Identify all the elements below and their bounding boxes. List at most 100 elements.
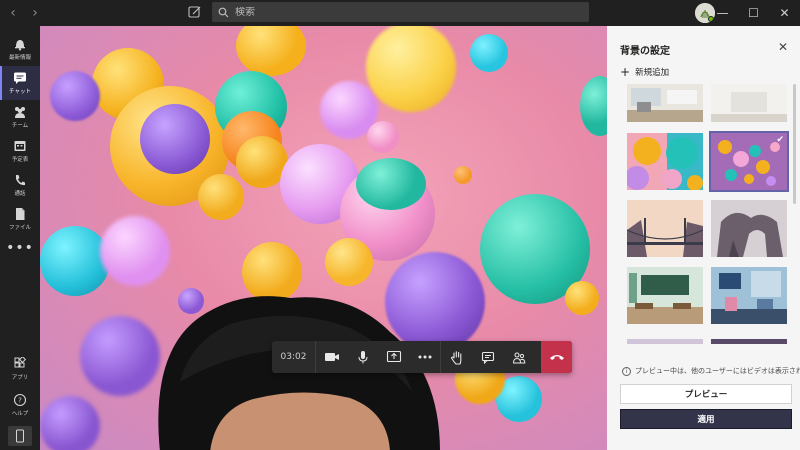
rail-item-calendar[interactable]: 予定表 (0, 134, 40, 168)
rail-label: アプリ (11, 375, 29, 381)
partial-thumbnail (627, 339, 703, 344)
background-option-balloons-2[interactable]: ✔ (709, 131, 789, 192)
svg-text:?: ? (18, 397, 22, 405)
office-thumbnail (627, 84, 703, 122)
minimize-button[interactable]: — (707, 0, 738, 26)
preview-note: i プレビュー中は、他のユーザーにはビデオは表示されま... (622, 366, 800, 376)
title-bar: ‹ › — ☐ ✕ (0, 0, 800, 26)
rail-label: 最新情報 (8, 55, 31, 61)
preview-button[interactable]: プレビュー (620, 384, 792, 404)
preview-note-text: プレビュー中は、他のユーザーにはビデオは表示されま... (635, 367, 800, 375)
participants-button[interactable] (503, 341, 534, 373)
rail-label: 予定表 (11, 157, 29, 163)
background-option-more-1[interactable] (627, 334, 703, 344)
mobile-icon (16, 429, 24, 443)
search-box[interactable] (212, 2, 589, 22)
background-option-classroom[interactable] (627, 267, 703, 324)
partial-thumbnail (711, 339, 787, 344)
background-ball (367, 121, 399, 153)
app-rail: 最新情報 チャット チーム 予定表 通話 ファイル ••• アプリ ? ヘルプ (0, 26, 40, 450)
add-new-button[interactable]: + 新規追加 (620, 66, 669, 78)
search-icon (218, 7, 229, 17)
hangup-icon (549, 355, 564, 360)
maximize-button[interactable]: ☐ (738, 0, 769, 26)
background-option-office[interactable] (627, 84, 703, 122)
background-option-balloons-1[interactable] (627, 133, 703, 190)
more-icon (418, 355, 431, 359)
rail-item-activity[interactable]: 最新情報 (0, 32, 40, 66)
chevron-right-icon[interactable]: › (28, 4, 42, 22)
background-ball (140, 104, 210, 174)
close-panel-button[interactable]: ✕ (778, 40, 788, 54)
close-window-button[interactable]: ✕ (769, 0, 800, 26)
plus-icon: + (620, 65, 631, 79)
search-input[interactable] (235, 6, 565, 18)
background-option-rock-arch[interactable] (711, 200, 787, 257)
bell-icon (15, 40, 25, 51)
background-option-bridge[interactable] (627, 200, 703, 257)
balloons-thumbnail (627, 133, 703, 190)
calendar-icon (14, 141, 26, 151)
background-ball (40, 226, 110, 296)
call-timer: 03:02 (272, 341, 316, 373)
rail-item-help[interactable]: ? ヘルプ (0, 388, 40, 422)
call-controls: 03:02 (272, 341, 572, 373)
background-ball (565, 281, 599, 315)
participants-icon (512, 351, 525, 363)
video-stage: 03:02 (40, 26, 607, 450)
file-icon (16, 208, 25, 220)
device-button[interactable] (8, 426, 32, 446)
background-ball (40, 396, 100, 450)
phone-icon (16, 175, 25, 186)
gaming-room-thumbnail (711, 267, 787, 324)
hangup-button[interactable] (541, 341, 572, 373)
share-screen-button[interactable] (378, 341, 409, 373)
rock-arch-thumbnail (711, 200, 787, 257)
rail-label: 通話 (14, 191, 26, 197)
panel-title: 背景の設定 (620, 46, 670, 57)
share-screen-icon (386, 350, 401, 363)
rail-label: チャット (9, 89, 31, 95)
rail-item-apps[interactable]: アプリ (0, 352, 40, 386)
teams-window: ‹ › — ☐ ✕ (0, 0, 800, 450)
raise-hand-button[interactable] (441, 341, 472, 373)
history-nav: ‹ › (6, 4, 42, 22)
rail-item-files[interactable]: ファイル (0, 202, 40, 236)
background-ball (356, 158, 426, 210)
background-ball (366, 26, 456, 112)
teams-icon (15, 107, 25, 118)
background-settings-panel: 背景の設定 ✕ + 新規追加 ✔ i プレビュー中は、他のユーザーにはビデオは表… (607, 26, 800, 450)
rail-label: チーム (11, 123, 29, 129)
background-ball (470, 34, 508, 72)
more-actions-button[interactable] (409, 341, 440, 373)
panel-scrollbar[interactable] (793, 84, 796, 204)
camera-icon (324, 353, 339, 361)
rail-item-chat[interactable]: チャット (0, 66, 40, 100)
background-option-gaming-room[interactable] (711, 267, 787, 324)
checkmark-icon: ✔ (776, 135, 784, 145)
apps-icon (14, 357, 27, 368)
background-ball (50, 71, 100, 121)
camera-button[interactable] (316, 341, 347, 373)
window-controls: — ☐ ✕ (707, 0, 800, 26)
compose-icon[interactable] (188, 5, 202, 19)
meeting-chat-button[interactable] (472, 341, 503, 373)
mic-button[interactable] (347, 341, 378, 373)
add-new-label: 新規追加 (635, 68, 670, 78)
apply-button[interactable]: 適用 (620, 409, 792, 429)
rail-label: ファイル (8, 225, 31, 231)
background-ball (198, 174, 244, 220)
background-option-more-2[interactable] (711, 334, 787, 344)
classroom-thumbnail (627, 267, 703, 324)
chat-icon (14, 72, 26, 84)
raise-hand-icon (450, 350, 461, 365)
chevron-left-icon[interactable]: ‹ (6, 4, 20, 22)
rail-item-calls[interactable]: 通話 (0, 168, 40, 202)
rail-more-button[interactable]: ••• (0, 240, 40, 256)
chat-icon (481, 351, 494, 364)
background-ball (236, 26, 306, 76)
background-option-room[interactable] (711, 84, 787, 122)
rail-item-teams[interactable]: チーム (0, 100, 40, 134)
rail-label: ヘルプ (11, 411, 29, 417)
background-grid: ✔ (627, 84, 789, 344)
